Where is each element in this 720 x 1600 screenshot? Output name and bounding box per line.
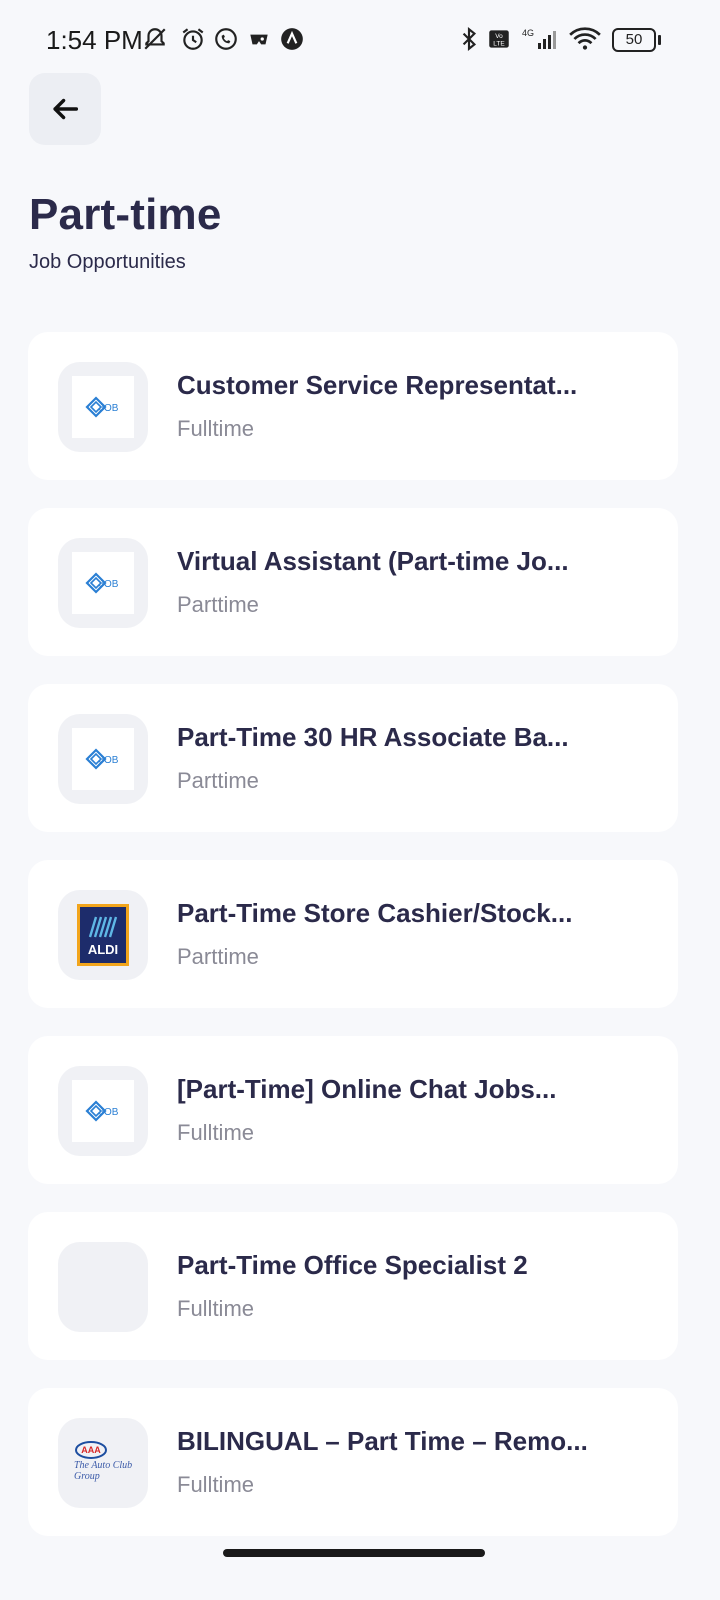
aaa-logo: AAA The Auto Club Group (68, 1438, 138, 1488)
bluetooth-icon (456, 26, 482, 52)
aldi-stripes-icon (88, 916, 118, 938)
company-logo: AAA The Auto Club Group (58, 1418, 148, 1508)
app-circle-icon (279, 26, 305, 52)
whatsapp-icon (213, 26, 239, 52)
job-card[interactable]: ALDI Part-Time Store Cashier/Stock... Pa… (28, 860, 678, 1008)
page-subtitle: Job Opportunities (29, 251, 186, 273)
job-card[interactable]: JOB Customer Service Representat... Full… (28, 332, 678, 480)
job-title: Customer Service Representat... (177, 370, 578, 400)
svg-text:JOB: JOB (99, 755, 119, 766)
aaa-logo-text: The Auto Club Group (74, 1460, 133, 1482)
svg-text:Vo: Vo (495, 33, 503, 40)
aaa-oval-icon: AAA (75, 1441, 107, 1459)
job-card[interactable]: AAA The Auto Club Group BILINGUAL – Part… (28, 1388, 678, 1536)
job-card[interactable]: Part-Time Office Specialist 2 Fulltime (28, 1212, 678, 1360)
job-logo-icon: JOB (85, 396, 119, 418)
svg-text:AAA: AAA (81, 1445, 101, 1455)
job-type: Fulltime (177, 1472, 255, 1497)
aldi-logo: ALDI (77, 904, 129, 966)
job-logo-icon: JOB (85, 748, 119, 770)
svg-text:4G: 4G (522, 28, 534, 38)
company-logo: ALDI (58, 890, 148, 980)
job-title: Part-Time Store Cashier/Stock... (177, 898, 573, 928)
job-type: Parttime (177, 944, 259, 969)
job-logo-icon: JOB (85, 1100, 119, 1122)
svg-text:LTE: LTE (493, 41, 505, 48)
job-card[interactable]: JOB Virtual Assistant (Part-time Jo... P… (28, 508, 678, 656)
svg-text:JOB: JOB (99, 1107, 119, 1118)
job-title: Part-Time Office Specialist 2 (177, 1250, 528, 1280)
volte-icon: Vo LTE (486, 26, 512, 52)
arrow-left-icon (53, 98, 79, 120)
job-type: Fulltime (177, 1296, 255, 1321)
page-title: Part-time (29, 190, 222, 239)
svg-text:JOB: JOB (99, 579, 119, 590)
job-type: Fulltime (177, 416, 255, 441)
job-title: Part-Time 30 HR Associate Ba... (177, 722, 569, 752)
job-title: BILINGUAL – Part Time – Remo... (177, 1426, 588, 1456)
job-type: Fulltime (177, 1120, 255, 1145)
job-title: [Part-Time] Online Chat Jobs... (177, 1074, 557, 1104)
company-logo: JOB (58, 362, 148, 452)
svg-text:JOB: JOB (99, 403, 119, 414)
status-time: 1:54 PM (46, 25, 143, 55)
job-type: Parttime (177, 768, 259, 793)
aldi-logo-text: ALDI (87, 942, 119, 957)
company-logo-placeholder (58, 1242, 148, 1332)
home-indicator[interactable] (223, 1549, 485, 1557)
alarm-icon (180, 26, 206, 52)
status-bar: 1:54 PM Vo LTE 4G 50 (0, 0, 720, 80)
battery-indicator: 50 (612, 28, 661, 52)
job-title: Virtual Assistant (Part-time Jo... (177, 546, 569, 576)
game-icon (246, 26, 272, 52)
job-type: Parttime (177, 592, 259, 617)
company-logo: JOB (58, 1066, 148, 1156)
back-button[interactable] (29, 73, 101, 145)
job-card[interactable]: JOB Part-Time 30 HR Associate Ba... Part… (28, 684, 678, 832)
notifications-off-icon (142, 26, 168, 52)
company-logo: JOB (58, 714, 148, 804)
signal-4g-icon: 4G (518, 26, 562, 52)
company-logo: JOB (58, 538, 148, 628)
job-list: JOB Customer Service Representat... Full… (28, 332, 678, 1564)
job-logo-icon: JOB (85, 572, 119, 594)
job-card[interactable]: JOB [Part-Time] Online Chat Jobs... Full… (28, 1036, 678, 1184)
wifi-icon (568, 26, 602, 52)
